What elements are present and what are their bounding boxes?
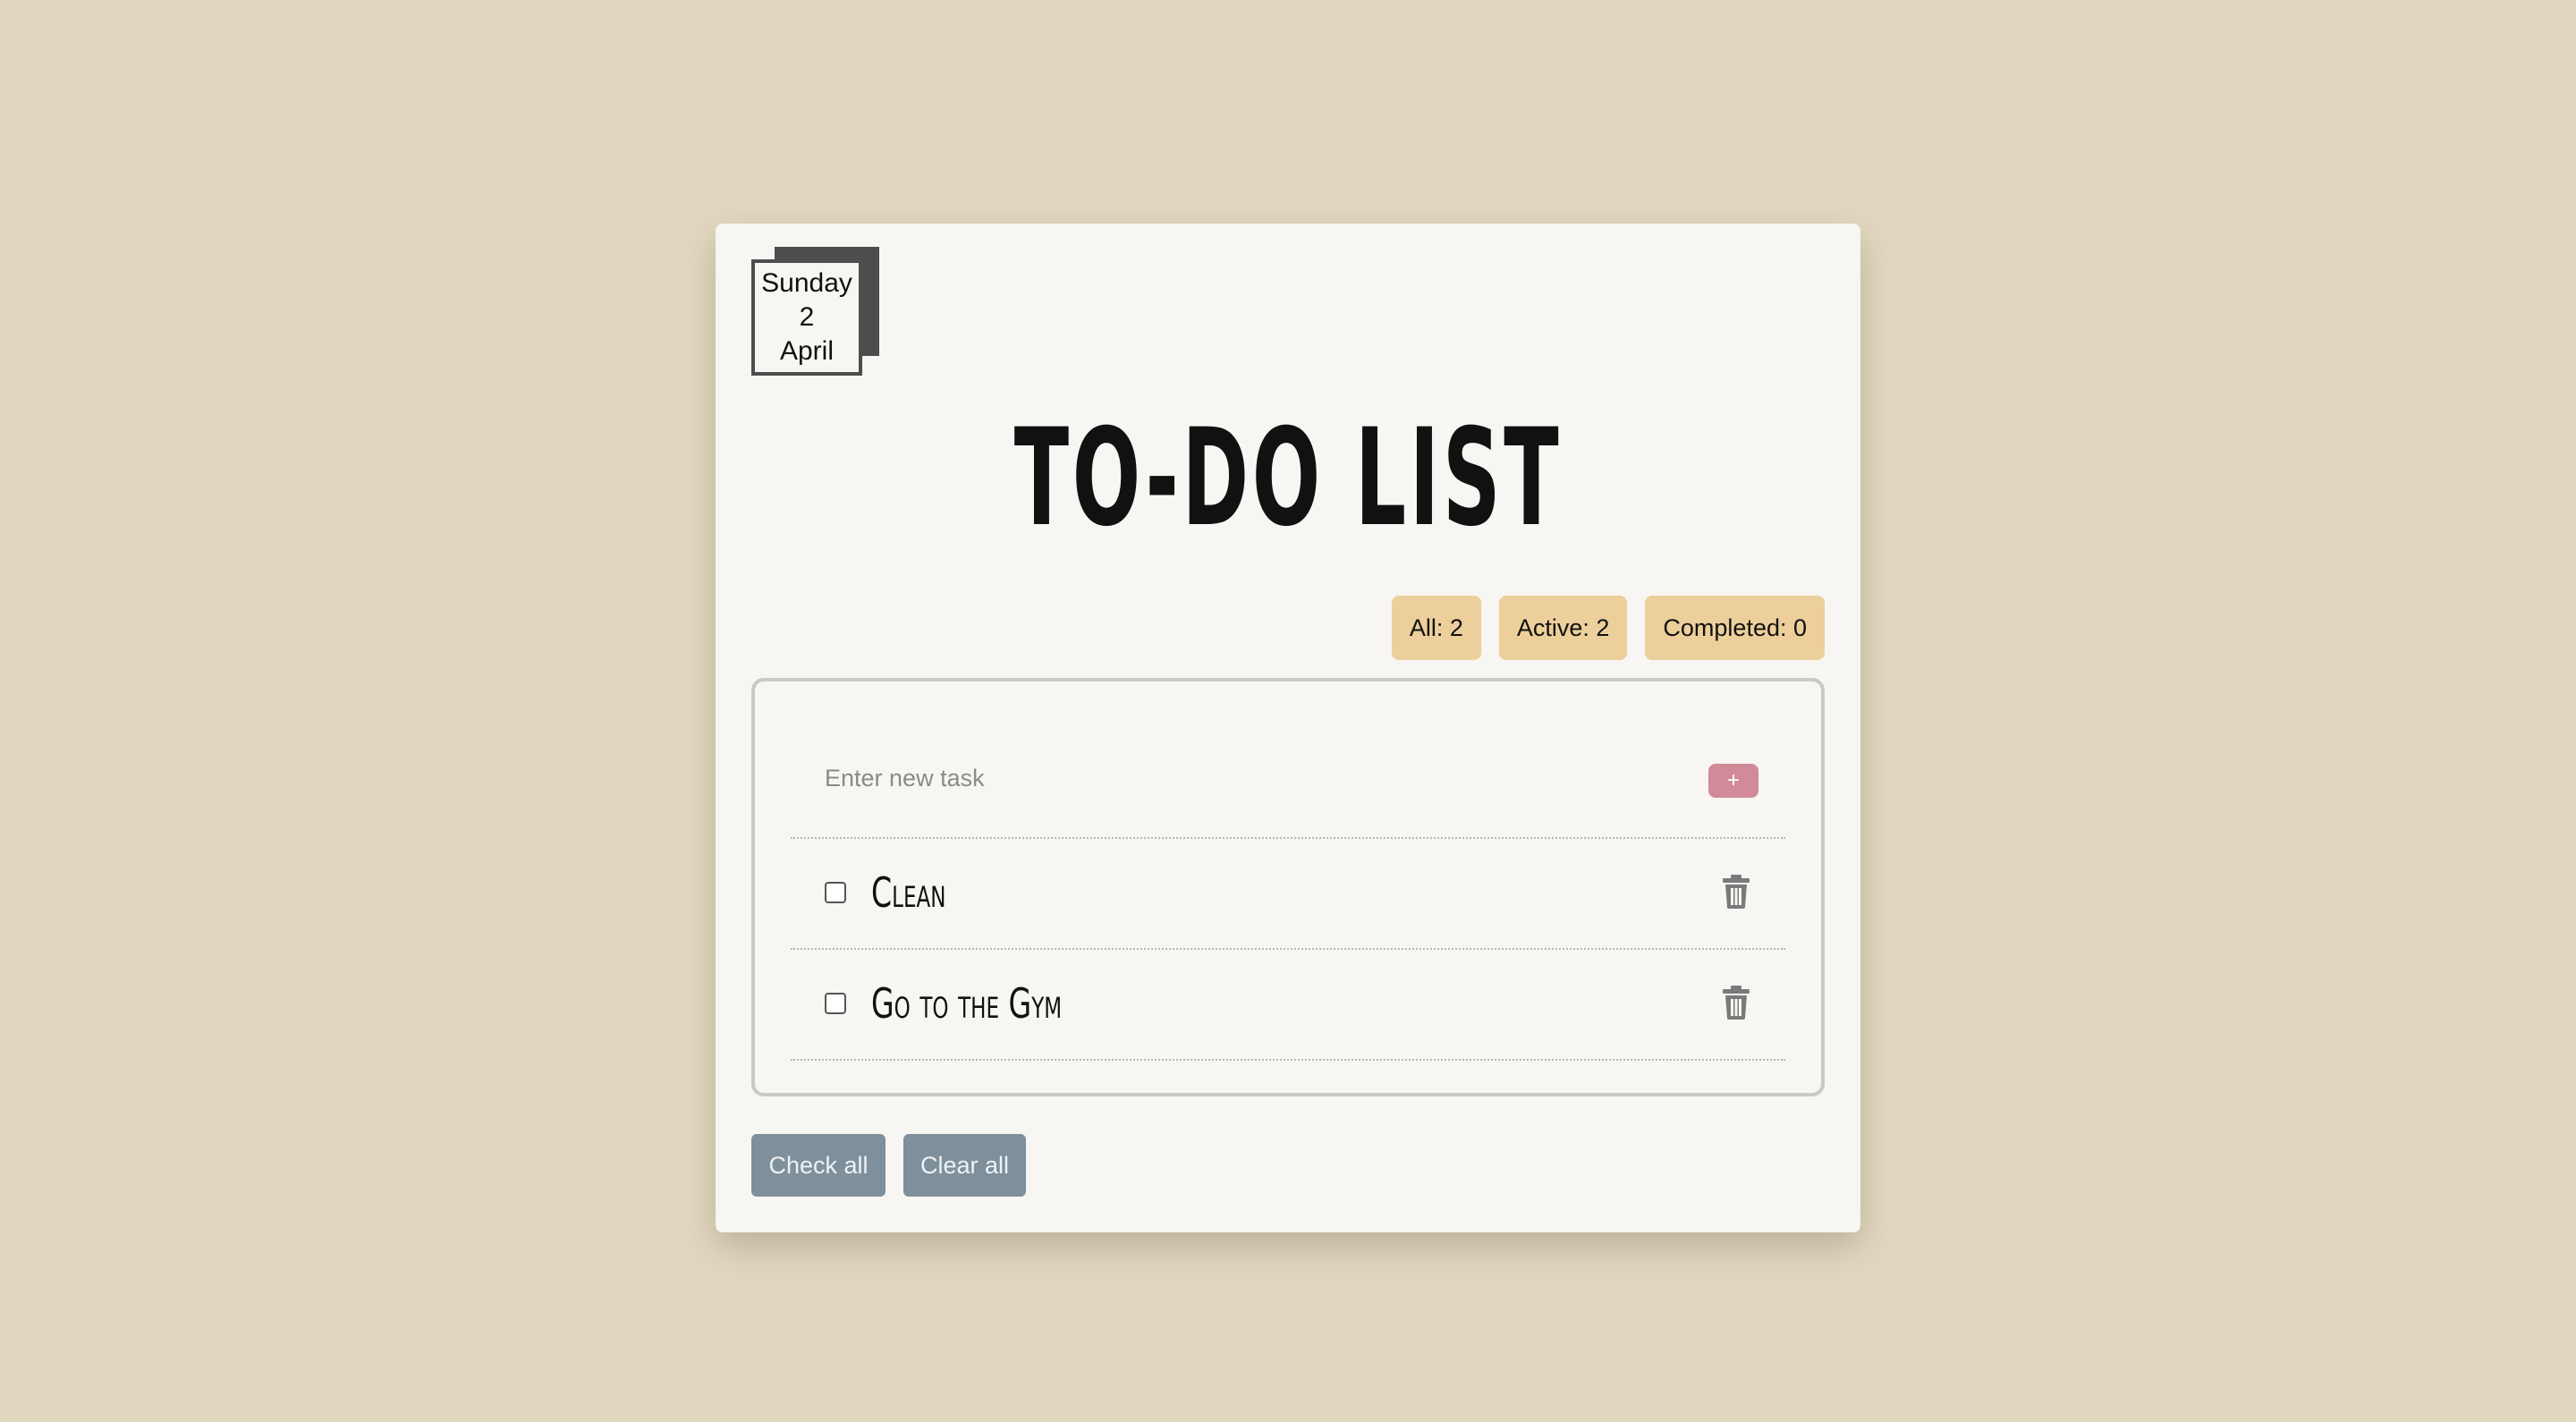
new-task-input[interactable] bbox=[818, 762, 1630, 794]
date-day: 2 bbox=[799, 302, 815, 332]
trash-icon[interactable] bbox=[1723, 875, 1750, 909]
task-counters: All: 2 Active: 2 Completed: 0 bbox=[1391, 596, 1825, 660]
all-count-badge[interactable]: All: 2 bbox=[1391, 596, 1481, 660]
date-weekday: Sunday bbox=[761, 268, 852, 298]
date-month: April bbox=[779, 336, 834, 366]
task-text: Go to the Gym bbox=[871, 979, 1063, 1028]
active-count-badge[interactable]: Active: 2 bbox=[1498, 596, 1628, 660]
task-checkbox[interactable] bbox=[825, 882, 846, 903]
todo-card: Sunday 2 April TO-DO LIST All: 2 Active:… bbox=[716, 224, 1860, 1232]
check-all-button[interactable]: Check all bbox=[751, 1134, 886, 1197]
task-item: Go to the Gym bbox=[791, 950, 1785, 1061]
task-text: Clean bbox=[871, 868, 946, 917]
task-checkbox[interactable] bbox=[825, 993, 846, 1014]
clear-all-button[interactable]: Clear all bbox=[903, 1134, 1026, 1197]
completed-count-badge[interactable]: Completed: 0 bbox=[1645, 596, 1825, 660]
add-task-button[interactable]: + bbox=[1708, 764, 1758, 798]
date-badge: Sunday 2 April bbox=[751, 259, 862, 376]
new-task-row: + bbox=[791, 717, 1785, 839]
page-title: TO-DO LIST bbox=[1013, 401, 1563, 556]
trash-icon[interactable] bbox=[1723, 986, 1750, 1020]
task-panel: + Clean Go to the Gym bbox=[751, 678, 1825, 1096]
task-item: Clean bbox=[791, 839, 1785, 950]
